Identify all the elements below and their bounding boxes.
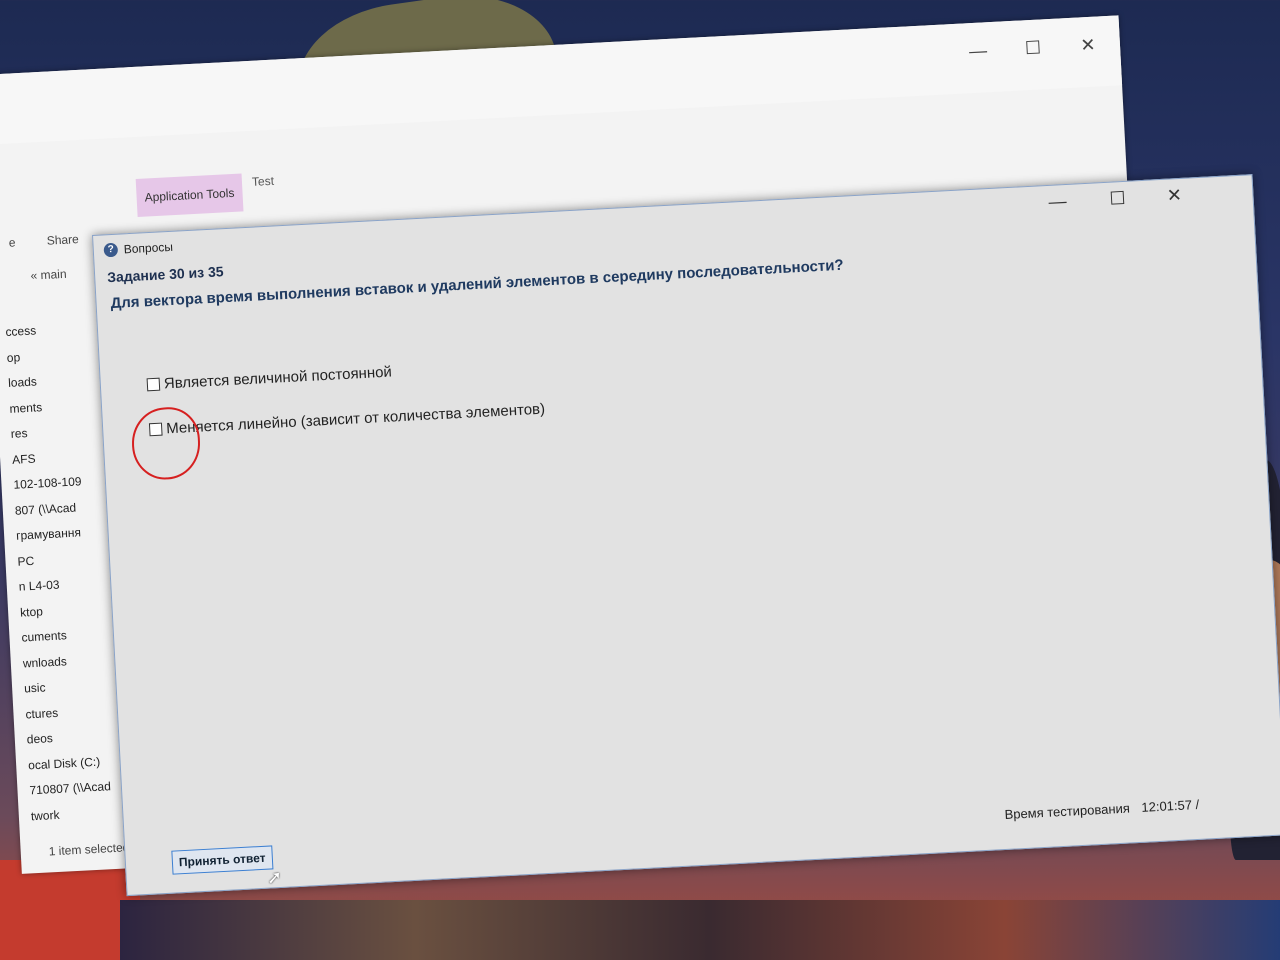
wallpaper-floor <box>120 900 1280 960</box>
answer-option-1[interactable]: Является величиной постоянной <box>146 364 392 394</box>
ribbon-tab-e[interactable]: e <box>0 225 24 260</box>
red-annotation-circle <box>130 405 202 482</box>
ribbon-tab-share[interactable]: Share <box>38 222 88 258</box>
wallpaper-floor-left <box>0 860 140 960</box>
ribbon-tab-test[interactable]: Test <box>247 170 278 194</box>
task-counter: Задание 30 из 35 <box>106 263 224 286</box>
explorer-minimize-button[interactable]: — <box>960 40 997 63</box>
answer-label-1: Является величиной постоянной <box>163 363 393 393</box>
accept-answer-button[interactable]: Принять ответ <box>171 845 274 875</box>
explorer-titlebar: — ☐ ✕ <box>0 15 1123 145</box>
answer-checkbox-1[interactable] <box>146 377 161 392</box>
mouse-cursor-icon: ➚ <box>266 866 283 888</box>
dialog-titlebar: ? Вопросы <box>103 240 173 258</box>
timer-value: 12:01:57 / <box>1141 796 1200 815</box>
timer-label: Время тестирования <box>1004 800 1131 823</box>
dialog-maximize-button[interactable]: ☐ <box>1097 187 1138 210</box>
nav-item[interactable]: twork <box>30 799 121 829</box>
answer-option-2[interactable]: Меняется линейно (зависит от количества … <box>148 400 546 439</box>
explorer-maximize-button[interactable]: ☐ <box>1015 37 1052 60</box>
answer-label-2: Меняется линейно (зависит от количества … <box>165 400 546 438</box>
nav-item[interactable]: 710807 (\\Acad <box>29 774 120 804</box>
dialog-close-button[interactable]: ✕ <box>1154 184 1195 207</box>
breadcrumb[interactable]: « main <box>30 267 67 283</box>
dialog-title: Вопросы <box>123 239 174 257</box>
ribbon-application-tools[interactable]: Application Tools <box>135 173 244 217</box>
question-icon: ? <box>103 242 119 258</box>
questions-dialog[interactable]: ? Вопросы — ☐ ✕ Задание 30 из 35 Для век… <box>92 174 1280 897</box>
explorer-close-button[interactable]: ✕ <box>1069 34 1106 57</box>
testing-timer: Время тестирования 12:01:57 / <box>1004 797 1199 822</box>
dialog-minimize-button[interactable]: — <box>1037 190 1078 213</box>
